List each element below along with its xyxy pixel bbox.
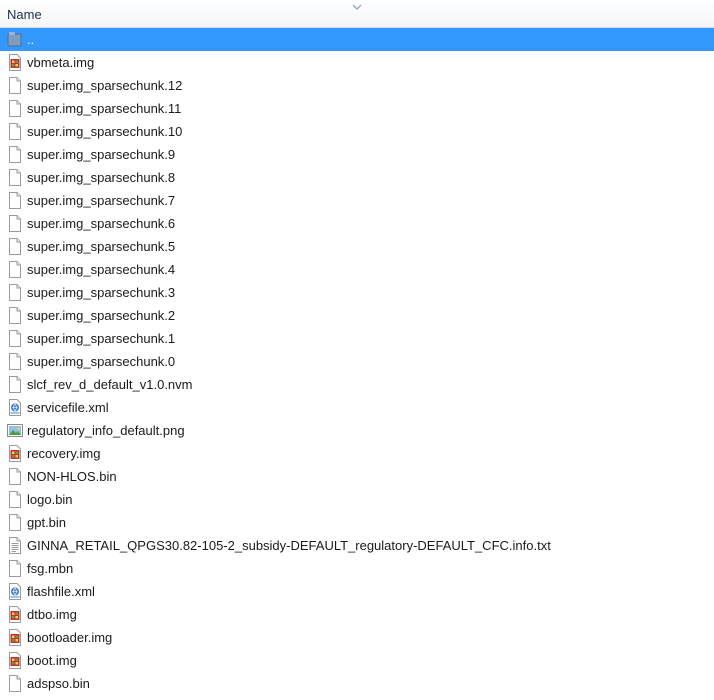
file-name: super.img_sparsechunk.5	[27, 239, 176, 254]
file-name: boot.img	[27, 653, 77, 668]
file-icon	[7, 238, 23, 255]
file-row[interactable]: super.img_sparsechunk.10	[0, 120, 714, 143]
file-name: slcf_rev_d_default_v1.0.nvm	[27, 377, 193, 392]
file-row[interactable]: super.img_sparsechunk.11	[0, 97, 714, 120]
file-icon	[7, 192, 23, 209]
file-icon	[7, 169, 23, 186]
file-icon	[7, 376, 23, 393]
file-name: logo.bin	[27, 492, 73, 507]
file-icon	[7, 261, 23, 278]
file-name: dtbo.img	[27, 607, 77, 622]
file-icon	[7, 491, 23, 508]
file-name: super.img_sparsechunk.1	[27, 331, 176, 346]
file-row[interactable]: flashfile.xml	[0, 580, 714, 603]
file-icon	[7, 514, 23, 531]
file-name: ..	[27, 32, 35, 47]
file-icon	[7, 560, 23, 577]
file-name: super.img_sparsechunk.10	[27, 124, 183, 139]
file-name: super.img_sparsechunk.11	[27, 101, 182, 116]
file-name: super.img_sparsechunk.3	[27, 285, 176, 300]
file-name: flashfile.xml	[27, 584, 95, 599]
file-icon	[7, 675, 23, 692]
file-row[interactable]: super.img_sparsechunk.0	[0, 350, 714, 373]
file-icon	[7, 100, 23, 117]
file-row[interactable]: GINNA_RETAIL_QPGS30.82-105-2_subsidy-DEF…	[0, 534, 714, 557]
file-icon	[7, 307, 23, 324]
file-row[interactable]: dtbo.img	[0, 603, 714, 626]
file-name: super.img_sparsechunk.7	[27, 193, 176, 208]
image-file-icon	[7, 422, 23, 439]
disk-image-icon	[7, 606, 23, 623]
file-row[interactable]: gpt.bin	[0, 511, 714, 534]
file-row[interactable]: regulatory_info_default.png	[0, 419, 714, 442]
file-name: regulatory_info_default.png	[27, 423, 185, 438]
file-name: super.img_sparsechunk.9	[27, 147, 176, 162]
column-header-label: Name	[7, 7, 42, 22]
file-name: super.img_sparsechunk.12	[27, 78, 183, 93]
file-row[interactable]: recovery.img	[0, 442, 714, 465]
file-row[interactable]: super.img_sparsechunk.2	[0, 304, 714, 327]
file-name: NON-HLOS.bin	[27, 469, 117, 484]
file-row[interactable]: servicefile.xml	[0, 396, 714, 419]
file-icon	[7, 330, 23, 347]
file-row[interactable]: slcf_rev_d_default_v1.0.nvm	[0, 373, 714, 396]
file-row[interactable]: fsg.mbn	[0, 557, 714, 580]
file-row[interactable]: super.img_sparsechunk.3	[0, 281, 714, 304]
file-row[interactable]: ..	[0, 28, 714, 51]
text-file-icon	[7, 537, 23, 554]
disk-image-icon	[7, 652, 23, 669]
file-name: super.img_sparsechunk.4	[27, 262, 176, 277]
sort-arrow-icon	[352, 4, 362, 10]
file-name: super.img_sparsechunk.6	[27, 216, 176, 231]
disk-image-icon	[7, 54, 23, 71]
file-row[interactable]: super.img_sparsechunk.12	[0, 74, 714, 97]
file-name: bootloader.img	[27, 630, 113, 645]
file-row[interactable]: super.img_sparsechunk.1	[0, 327, 714, 350]
disk-image-icon	[7, 445, 23, 462]
file-row[interactable]: super.img_sparsechunk.4	[0, 258, 714, 281]
file-icon	[7, 77, 23, 94]
file-icon	[7, 215, 23, 232]
file-icon	[7, 284, 23, 301]
file-row[interactable]: super.img_sparsechunk.5	[0, 235, 714, 258]
file-name: recovery.img	[27, 446, 101, 461]
file-name: vbmeta.img	[27, 55, 95, 70]
file-row[interactable]: super.img_sparsechunk.7	[0, 189, 714, 212]
file-name: super.img_sparsechunk.8	[27, 170, 176, 185]
file-row[interactable]: boot.img	[0, 649, 714, 672]
file-row[interactable]: super.img_sparsechunk.9	[0, 143, 714, 166]
file-row[interactable]: logo.bin	[0, 488, 714, 511]
file-list: .. vbmeta.img super.img_sparsechunk.12supe…	[0, 28, 714, 695]
column-header-name[interactable]: Name	[0, 0, 714, 28]
file-icon	[7, 123, 23, 140]
file-icon	[7, 468, 23, 485]
file-row[interactable]: super.img_sparsechunk.8	[0, 166, 714, 189]
file-row[interactable]: adspso.bin	[0, 672, 714, 695]
file-name: fsg.mbn	[27, 561, 74, 576]
xml-file-icon	[7, 583, 23, 600]
file-icon	[7, 353, 23, 370]
folder-up-icon	[7, 31, 23, 48]
xml-file-icon	[7, 399, 23, 416]
file-name: gpt.bin	[27, 515, 67, 530]
file-row[interactable]: vbmeta.img	[0, 51, 714, 74]
file-row[interactable]: NON-HLOS.bin	[0, 465, 714, 488]
file-name: servicefile.xml	[27, 400, 109, 415]
file-row[interactable]: bootloader.img	[0, 626, 714, 649]
disk-image-icon	[7, 629, 23, 646]
file-name: GINNA_RETAIL_QPGS30.82-105-2_subsidy-DEF…	[27, 538, 551, 553]
file-name: adspso.bin	[27, 676, 90, 691]
file-row[interactable]: super.img_sparsechunk.6	[0, 212, 714, 235]
file-name: super.img_sparsechunk.2	[27, 308, 176, 323]
file-icon	[7, 146, 23, 163]
file-name: super.img_sparsechunk.0	[27, 354, 176, 369]
